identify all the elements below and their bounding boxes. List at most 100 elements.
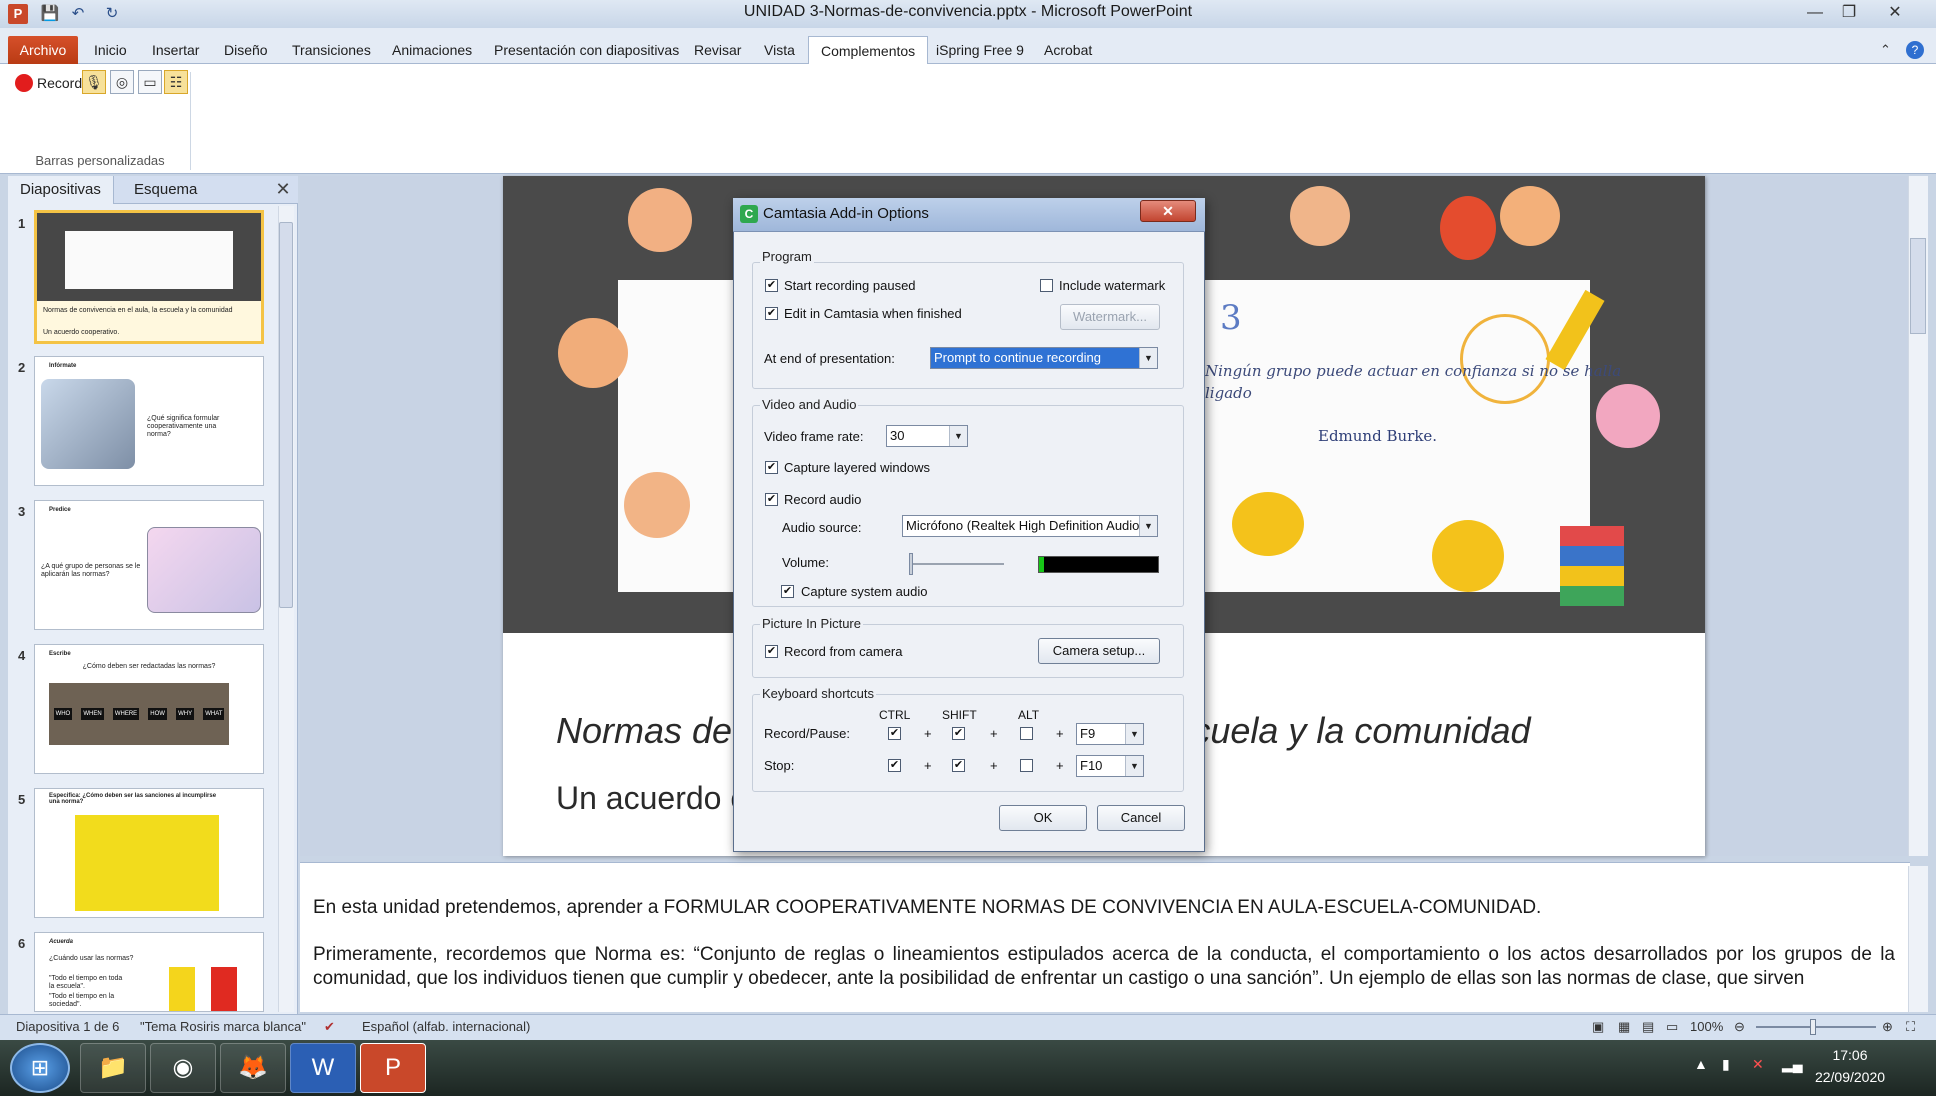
tray-network-icon[interactable]: ✕ <box>1752 1056 1764 1073</box>
language-indicator[interactable]: Español (alfab. internacional) <box>362 1014 530 1040</box>
camera-icon[interactable]: ◎ <box>110 70 134 94</box>
powerpoint-taskbar-icon[interactable]: P <box>360 1043 426 1093</box>
ok-button[interactable]: OK <box>999 805 1087 831</box>
camera-setup-button[interactable]: Camera setup... <box>1038 638 1160 664</box>
chevron-down-icon[interactable]: ▼ <box>1139 348 1157 368</box>
zoom-level[interactable]: 100% <box>1690 1014 1723 1040</box>
capture-system-audio-checkbox[interactable]: ✔ <box>781 585 794 598</box>
close-window-button[interactable]: ✕ <box>1878 2 1912 24</box>
options-icon[interactable]: ☷ <box>164 70 188 94</box>
cancel-button[interactable]: Cancel <box>1097 805 1185 831</box>
include-watermark-checkbox[interactable] <box>1040 279 1053 292</box>
slide-thumbnail-3[interactable]: Predice ¿A qué grupo de personas se le a… <box>34 500 264 630</box>
zoom-slider-track[interactable] <box>1756 1026 1876 1028</box>
close-pane-icon[interactable]: ✕ <box>272 178 294 200</box>
tab-insertar[interactable]: Insertar <box>140 36 211 64</box>
sorter-view-icon[interactable]: ▦ <box>1618 1014 1630 1040</box>
thumb-title: Especifica: ¿Cómo deben ser las sancione… <box>49 793 217 805</box>
record-camera-label[interactable]: Record from camera <box>784 644 902 659</box>
record-button-label[interactable]: Record <box>37 74 82 92</box>
ribbon-collapse-icon[interactable]: ⌃ <box>1880 42 1891 58</box>
editor-scroll-thumb[interactable] <box>1910 238 1926 334</box>
screen-icon[interactable]: ▭ <box>138 70 162 94</box>
slide-thumbnail-2[interactable]: Infórmate ¿Qué significa formular cooper… <box>34 356 264 486</box>
tab-animaciones[interactable]: Animaciones <box>380 36 484 64</box>
slide-thumbnail-6[interactable]: Acuerda ¿Cuándo usar las normas? "Todo e… <box>34 932 264 1012</box>
thumb-word: WHEN <box>81 708 104 720</box>
stop-ctrl-checkbox[interactable]: ✔ <box>888 759 901 772</box>
start-paused-checkbox[interactable]: ✔ <box>765 279 778 292</box>
dialog-title: Camtasia Add-in Options <box>763 205 929 222</box>
chevron-down-icon[interactable]: ▼ <box>1125 724 1143 744</box>
edit-in-camtasia-checkbox[interactable]: ✔ <box>765 307 778 320</box>
slide-quote: Ningún grupo puede actuar en confianza s… <box>1205 362 1622 402</box>
end-of-presentation-select[interactable]: Prompt to continue recording <box>930 347 1158 369</box>
tab-archivo[interactable]: Archivo <box>8 36 78 64</box>
record-audio-label[interactable]: Record audio <box>784 492 861 507</box>
slide-thumbnail-4[interactable]: Escribe ¿Cómo deben ser redactadas las n… <box>34 644 264 774</box>
start-paused-label[interactable]: Start recording paused <box>784 278 916 293</box>
tray-arrow-icon[interactable]: ▲ <box>1694 1056 1708 1072</box>
slide-thumbnail-5[interactable]: Especifica: ¿Cómo deben ser las sancione… <box>34 788 264 918</box>
capture-layered-checkbox[interactable]: ✔ <box>765 461 778 474</box>
theme-name[interactable]: "Tema Rosiris marca blanca" <box>140 1014 306 1040</box>
tab-inicio[interactable]: Inicio <box>82 36 139 64</box>
ribbon-group-divider <box>190 72 191 170</box>
reading-view-icon[interactable]: ▤ <box>1642 1014 1654 1040</box>
slides-pane-scroll-thumb[interactable] <box>279 222 293 608</box>
notes-scrollbar[interactable] <box>1908 866 1928 1012</box>
normal-view-icon[interactable]: ▣ <box>1592 1014 1604 1040</box>
slideshow-view-icon[interactable]: ▭ <box>1666 1014 1678 1040</box>
chevron-down-icon[interactable]: ▼ <box>1125 756 1143 776</box>
tab-transiciones[interactable]: Transiciones <box>280 36 383 64</box>
stop-shift-checkbox[interactable]: ✔ <box>952 759 965 772</box>
spellcheck-icon[interactable]: ✔ <box>324 1014 335 1040</box>
volume-slider-thumb[interactable] <box>909 553 913 575</box>
edit-in-camtasia-label[interactable]: Edit in Camtasia when finished <box>784 306 962 321</box>
volume-slider-track[interactable] <box>910 563 1004 565</box>
record-pause-shift-checkbox[interactable]: ✔ <box>952 727 965 740</box>
tray-device-icon[interactable]: ▮ <box>1722 1056 1730 1073</box>
microphone-icon[interactable]: 🎙 <box>82 70 106 94</box>
record-pause-ctrl-checkbox[interactable]: ✔ <box>888 727 901 740</box>
zoom-out-icon[interactable]: ⊖ <box>1734 1014 1745 1040</box>
slide-thumbnail-1[interactable]: Normas de convivencia en el aula, la esc… <box>34 210 264 344</box>
tab-vista[interactable]: Vista <box>752 36 807 64</box>
file-explorer-icon[interactable]: 📁 <box>80 1043 146 1093</box>
minimize-button[interactable]: — <box>1798 2 1832 24</box>
record-pause-alt-checkbox[interactable] <box>1020 727 1033 740</box>
include-watermark-label[interactable]: Include watermark <box>1059 278 1165 293</box>
record-audio-checkbox[interactable]: ✔ <box>765 493 778 506</box>
tab-diapositivas[interactable]: Diapositivas <box>8 176 114 204</box>
help-icon[interactable]: ? <box>1906 41 1924 59</box>
tab-presentacion[interactable]: Presentación con diapositivas <box>482 36 691 64</box>
chevron-down-icon[interactable]: ▼ <box>1139 516 1157 536</box>
tab-ispring[interactable]: iSpring Free 9 <box>924 36 1036 64</box>
zoom-in-icon[interactable]: ⊕ <box>1882 1014 1893 1040</box>
start-button-icon[interactable]: ⊞ <box>10 1043 70 1093</box>
tab-esquema[interactable]: Esquema <box>122 176 209 204</box>
firefox-icon[interactable]: 🦊 <box>220 1043 286 1093</box>
audio-source-select[interactable]: Micrófono (Realtek High Definition Audio… <box>902 515 1158 537</box>
fit-to-window-icon[interactable]: ⛶ <box>1906 1014 1915 1040</box>
tab-diseno[interactable]: Diseño <box>212 36 280 64</box>
tab-revisar[interactable]: Revisar <box>682 36 753 64</box>
capture-system-audio-label[interactable]: Capture system audio <box>801 584 927 599</box>
child-illustration <box>1432 520 1504 592</box>
tab-complementos[interactable]: Complementos <box>808 36 929 64</box>
record-camera-checkbox[interactable]: ✔ <box>765 645 778 658</box>
record-icon[interactable] <box>15 74 33 92</box>
tab-acrobat[interactable]: Acrobat <box>1032 36 1104 64</box>
zoom-slider-thumb[interactable] <box>1810 1019 1816 1035</box>
notes-paragraph-1: En esta unidad pretendemos, aprender a F… <box>313 897 1542 918</box>
restore-button[interactable]: ❐ <box>1832 2 1866 24</box>
watermark-button[interactable]: Watermark... <box>1060 304 1160 330</box>
thumb-text: ¿Qué significa formular cooperativamente… <box>147 415 220 438</box>
chevron-down-icon[interactable]: ▼ <box>949 426 967 446</box>
stop-alt-checkbox[interactable] <box>1020 759 1033 772</box>
taskbar-clock[interactable]: 17:06 22/09/2020 <box>1800 1044 1900 1088</box>
chrome-icon[interactable]: ◉ <box>150 1043 216 1093</box>
capture-layered-label[interactable]: Capture layered windows <box>784 460 930 475</box>
dialog-close-button[interactable]: ✕ <box>1140 200 1196 222</box>
word-icon[interactable]: W <box>290 1043 356 1093</box>
